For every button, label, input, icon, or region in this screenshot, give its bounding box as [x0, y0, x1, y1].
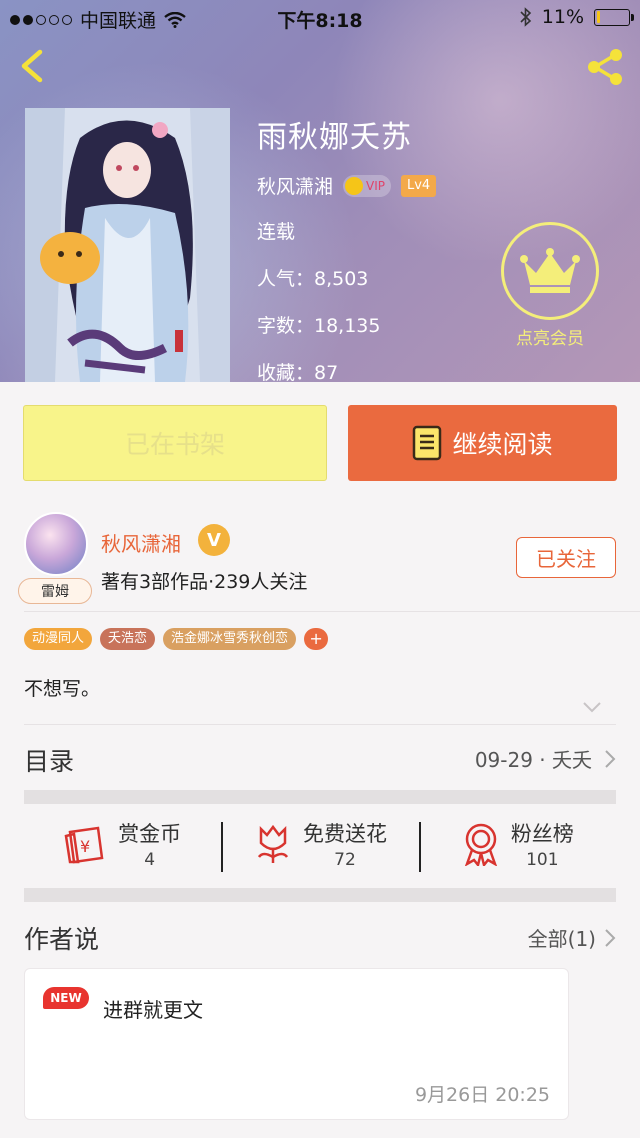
post-text: 进群就更文 — [103, 998, 203, 1022]
level-badge: Lv4 — [401, 174, 437, 197]
book-author[interactable]: 秋风潇湘 — [257, 172, 333, 199]
fan-ranking-button[interactable]: 粉丝榜 101 — [418, 804, 616, 884]
toc-latest-chapter: 09-29 · 夭夭 — [474, 748, 592, 772]
book-cover-image[interactable] — [25, 108, 230, 382]
status-bar: 中国联通 下午8:18 11% — [0, 0, 640, 34]
tag-item[interactable]: 浩金娜冰雪秀秋创恋 — [163, 628, 297, 650]
vip-label: VIP — [366, 178, 385, 193]
member-label: 点亮会员 — [516, 329, 584, 349]
stat-label: 粉丝榜 — [510, 822, 574, 846]
book-title: 雨秋娜夭苏 — [257, 120, 412, 155]
stat-text: 免费送花 72 — [303, 818, 387, 870]
chevron-left-icon — [21, 49, 43, 83]
ribbon-medal-icon — [464, 823, 497, 866]
book-info: 雨秋娜夭苏 秋风潇湘 VIP Lv4 连载 人气：8,503 字数：18,135… — [257, 112, 437, 382]
reward-coins-button[interactable]: ¥ 赏金币 4 — [24, 804, 221, 884]
battery-icon — [594, 8, 634, 26]
verified-badge: V — [198, 524, 230, 556]
status-right: 11% — [520, 6, 634, 28]
author-name[interactable]: 秋风潇湘 — [101, 528, 181, 557]
book-status: 连载 — [257, 221, 296, 243]
bluetooth-icon — [520, 7, 531, 27]
stat-count: 72 — [334, 850, 356, 870]
stat-count: 101 — [526, 850, 559, 870]
flower-icon — [257, 824, 289, 863]
book-favorites: 收藏：87 — [257, 362, 339, 382]
toc-title[interactable]: 目录 — [24, 742, 74, 778]
divider — [24, 724, 616, 725]
stat-label: 免费送花 — [302, 822, 387, 846]
tag-item[interactable]: 动漫同人 — [24, 628, 93, 650]
member-button[interactable]: 点亮会员 — [501, 222, 599, 349]
continue-reading-button[interactable]: 继续阅读 — [348, 405, 617, 481]
crown-icon — [345, 176, 364, 195]
book-author-row: 秋风潇湘 VIP Lv4 — [257, 172, 437, 199]
new-badge: NEW — [43, 987, 89, 1009]
bookshelf-label: 已在书架 — [124, 430, 225, 459]
section-separator — [24, 888, 616, 902]
send-flower-button[interactable]: 免费送花 72 — [221, 804, 418, 884]
share-button[interactable] — [584, 46, 626, 88]
chevron-down-icon[interactable] — [582, 700, 602, 714]
member-circle — [501, 222, 599, 320]
chevron-right-icon — [605, 749, 616, 768]
share-icon — [588, 49, 622, 85]
tag-list: 动漫同人 夭浩恋 浩金娜冰雪秀秋创恋 + — [24, 628, 329, 650]
stat-label: 赏金币 — [118, 822, 182, 846]
coin-envelope-icon: ¥ — [64, 826, 104, 864]
author-avatar[interactable] — [24, 512, 88, 576]
cover-illustration — [25, 108, 230, 382]
add-tag-button[interactable]: + — [304, 628, 329, 650]
avatar-tag: 雷姆 — [18, 578, 92, 604]
author-talk-all-label: 全部(1) — [527, 927, 596, 951]
author-talk-all-link[interactable]: 全部(1) — [528, 923, 616, 952]
tag-item[interactable]: 夭浩恋 — [100, 628, 156, 650]
back-button[interactable] — [14, 46, 54, 86]
stat-count: 4 — [144, 850, 156, 870]
author-talk-title: 作者说 — [24, 925, 100, 954]
continue-reading-label: 继续阅读 — [452, 430, 553, 459]
stats-row: ¥ 赏金币 4 免费送花 72 粉丝榜 101 — [24, 804, 616, 884]
battery-fill — [596, 11, 600, 23]
book-word-count: 字数：18,135 — [257, 315, 381, 337]
toc-latest-link[interactable]: 09-29 · 夭夭 — [475, 744, 616, 773]
stat-text: 赏金币 4 — [118, 818, 181, 870]
book-popularity: 人气：8,503 — [257, 268, 369, 290]
book-header: 中国联通 下午8:18 11% 雨秋娜夭苏 秋风潇湘 VIP Lv4 连载 人气… — [0, 0, 640, 382]
divider — [24, 611, 640, 612]
vip-badge: VIP — [343, 174, 391, 197]
chevron-right-icon — [605, 928, 616, 947]
author-stats: 著有3部作品·239人关注 — [101, 571, 308, 593]
stat-text: 粉丝榜 101 — [511, 818, 574, 870]
crown-icon — [520, 248, 580, 293]
book-description: 不想写。 — [24, 678, 101, 700]
author-post-card[interactable]: NEW 进群就更文 9月26日 20:25 — [24, 968, 569, 1120]
follow-button[interactable]: 已关注 — [516, 537, 616, 578]
section-separator — [24, 790, 616, 804]
book-icon — [413, 425, 442, 461]
bookshelf-button[interactable]: 已在书架 — [23, 405, 327, 481]
svg-text:¥: ¥ — [80, 837, 90, 856]
battery-percent: 11% — [541, 6, 584, 28]
post-time: 9月26日 20:25 — [414, 1084, 550, 1106]
